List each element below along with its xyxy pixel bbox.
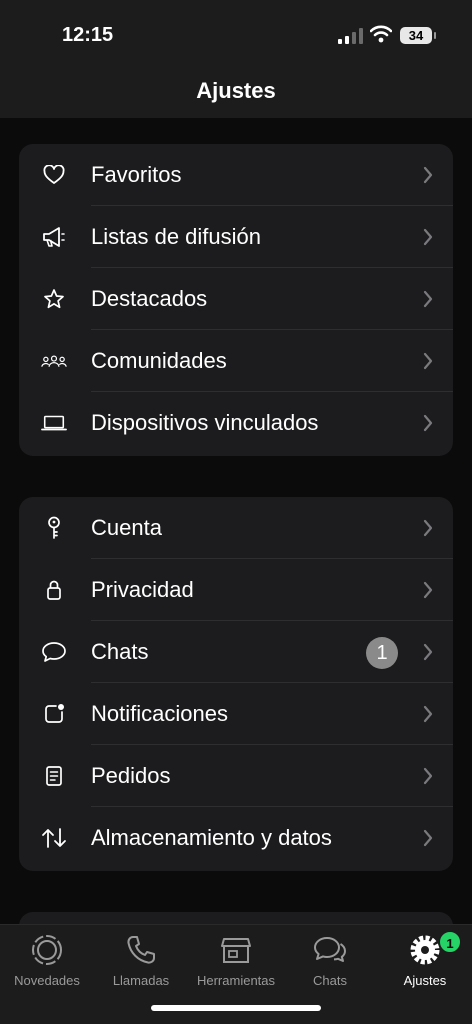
settings-row-comunidades[interactable]: Comunidades — [19, 330, 453, 392]
settings-row-dispositivos[interactable]: Dispositivos vinculados — [19, 392, 453, 454]
tab-label: Llamadas — [112, 973, 170, 988]
chevron-right-icon — [423, 581, 433, 599]
tab-label: Novedades — [14, 973, 80, 988]
row-label: Listas de difusión — [91, 224, 261, 249]
row-label: Cuenta — [91, 515, 162, 540]
tab-label: Ajustes — [403, 973, 447, 988]
tab-label: Chats — [313, 973, 347, 988]
settings-row-almacenamiento[interactable]: Almacenamiento y datos — [19, 807, 453, 869]
chevron-right-icon — [423, 643, 433, 661]
chevron-right-icon — [423, 519, 433, 537]
tab-label: Herramientas — [196, 973, 276, 988]
row-label: Destacados — [91, 286, 208, 311]
tab-chats[interactable]: Chats — [283, 933, 377, 995]
row-label: Favoritos — [91, 162, 182, 187]
chats-icon — [314, 937, 346, 962]
settings-row-cuenta[interactable]: Cuenta — [19, 497, 453, 559]
chevron-right-icon — [423, 352, 433, 370]
page-title: Ajustes — [196, 78, 276, 103]
settings-row-favoritos[interactable]: Favoritos — [19, 144, 453, 206]
lock-icon — [41, 578, 67, 602]
settings-row-pedidos[interactable]: Pedidos — [19, 745, 453, 807]
status-bar: 12:15 34 — [0, 0, 472, 70]
row-label: Chats — [91, 639, 149, 664]
row-label: Dispositivos vinculados — [91, 410, 319, 435]
megaphone-icon — [41, 225, 67, 249]
updates-icon — [32, 935, 62, 965]
settings-gear-icon — [410, 935, 440, 965]
settings-tab-badge: 1 — [438, 930, 462, 954]
wifi-icon — [370, 25, 392, 43]
chevron-right-icon — [423, 414, 433, 432]
cellular-signal-icon — [338, 28, 363, 44]
settings-row-chats[interactable]: Chats 1 — [19, 621, 453, 683]
receipt-icon — [41, 764, 67, 788]
transfer-arrows-icon — [41, 826, 67, 850]
row-label: Pedidos — [91, 763, 171, 788]
star-icon — [41, 287, 67, 311]
tab-llamadas[interactable]: Llamadas — [94, 933, 188, 995]
settings-row-notificaciones[interactable]: Notificaciones — [19, 683, 453, 745]
communities-icon — [41, 349, 67, 373]
status-time: 12:15 — [62, 24, 114, 46]
unread-count-badge: 1 — [366, 637, 398, 669]
settings-row-destacados[interactable]: Destacados — [19, 268, 453, 330]
phone-icon — [127, 936, 155, 964]
battery-icon: 34 — [400, 27, 436, 44]
chevron-right-icon — [423, 228, 433, 246]
settings-row-privacidad[interactable]: Privacidad — [19, 559, 453, 621]
tab-novedades[interactable]: Novedades — [0, 933, 94, 995]
chevron-right-icon — [423, 767, 433, 785]
chevron-right-icon — [423, 290, 433, 308]
row-label: Almacenamiento y datos — [91, 825, 332, 850]
settings-row-listas-difusion[interactable]: Listas de difusión — [19, 206, 453, 268]
laptop-icon — [41, 411, 67, 435]
nav-header: Ajustes — [0, 70, 472, 118]
settings-group-2: Cuenta Privacidad Chats 1 Notificaciones… — [19, 497, 453, 871]
heart-icon — [41, 163, 67, 187]
tab-herramientas[interactable]: Herramientas — [189, 933, 283, 995]
row-label: Privacidad — [91, 577, 194, 602]
chevron-right-icon — [423, 829, 433, 847]
chevron-right-icon — [423, 166, 433, 184]
key-icon — [41, 516, 67, 540]
settings-group-1: Favoritos Listas de difusión Destacados … — [19, 144, 453, 456]
storefront-icon — [221, 938, 251, 963]
home-indicator[interactable] — [151, 1005, 321, 1011]
chat-bubble-icon — [41, 640, 67, 664]
row-label: Comunidades — [91, 348, 227, 373]
notification-icon — [41, 702, 67, 726]
chevron-right-icon — [423, 705, 433, 723]
row-label: Notificaciones — [91, 701, 228, 726]
